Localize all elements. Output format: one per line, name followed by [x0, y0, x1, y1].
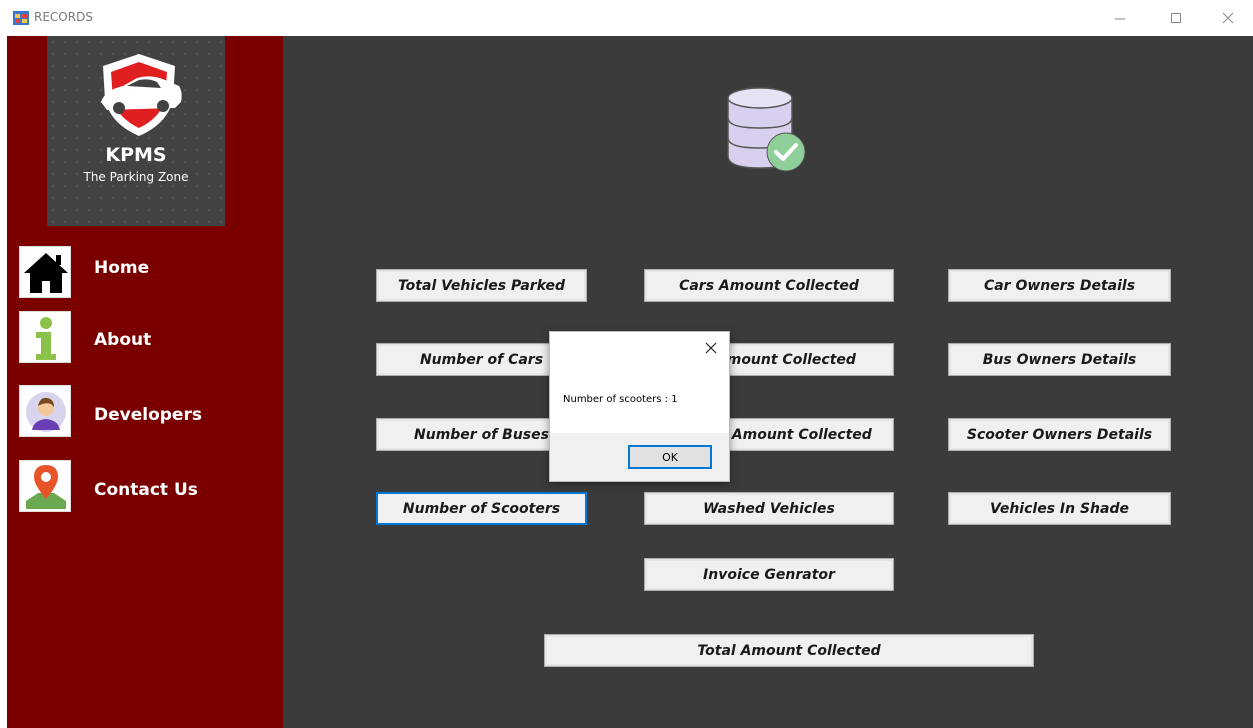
maximize-icon — [1171, 13, 1181, 23]
window-title: RECORDS — [34, 10, 93, 24]
cars-amount-collected-button[interactable]: Cars Amount Collected — [644, 269, 894, 302]
close-icon — [1222, 12, 1234, 24]
number-of-scooters-button[interactable]: Number of Scooters — [376, 492, 587, 525]
location-pin-icon — [19, 460, 71, 512]
total-vehicles-parked-button[interactable]: Total Vehicles Parked — [376, 269, 587, 302]
logo-subtitle: The Parking Zone — [83, 170, 189, 184]
database-check-icon — [727, 87, 806, 172]
ok-button[interactable]: OK — [628, 445, 712, 469]
close-icon — [705, 342, 717, 354]
minimize-button[interactable] — [1097, 0, 1143, 36]
washed-vehicles-button[interactable]: Washed Vehicles — [644, 492, 894, 525]
dialog-close-button[interactable] — [701, 338, 721, 358]
app-icon — [13, 11, 29, 25]
nav-label-developers: Developers — [94, 405, 202, 425]
minimize-icon — [1115, 18, 1125, 20]
car-shield-logo-icon — [101, 54, 182, 136]
scooter-owners-details-button[interactable]: Scooter Owners Details — [948, 418, 1171, 451]
nav-label-contact-us: Contact Us — [94, 480, 198, 500]
total-amount-collected-button[interactable]: Total Amount Collected — [544, 634, 1034, 667]
nav-item-developers[interactable]: Developers — [19, 385, 259, 441]
nav-label-home: Home — [94, 258, 150, 278]
nav-label-about: About — [94, 330, 152, 350]
nav-item-home[interactable]: Home — [19, 246, 259, 302]
info-icon — [19, 311, 71, 363]
message-dialog: Number of scooters : 1 OK — [549, 331, 730, 482]
maximize-button[interactable] — [1153, 0, 1199, 36]
title-bar: RECORDS — [0, 0, 1253, 36]
vehicles-in-shade-button[interactable]: Vehicles In Shade — [948, 492, 1171, 525]
nav-item-contact-us[interactable]: Contact Us — [19, 460, 259, 516]
logo-title: KPMS — [105, 144, 167, 166]
home-icon — [19, 246, 71, 298]
records-window: RECORDS KPMS The Parking Zone Home About… — [0, 0, 1253, 728]
logo-panel: KPMS The Parking Zone — [47, 36, 225, 226]
developer-avatar-icon — [19, 385, 71, 437]
bus-owners-details-button[interactable]: Bus Owners Details — [948, 343, 1171, 376]
nav-item-about[interactable]: About — [19, 311, 259, 367]
car-owners-details-button[interactable]: Car Owners Details — [948, 269, 1171, 302]
dialog-message: Number of scooters : 1 — [563, 394, 678, 405]
dialog-footer: OK — [550, 433, 729, 481]
close-window-button[interactable] — [1205, 0, 1251, 36]
invoice-generator-button[interactable]: Invoice Genrator — [644, 558, 894, 591]
